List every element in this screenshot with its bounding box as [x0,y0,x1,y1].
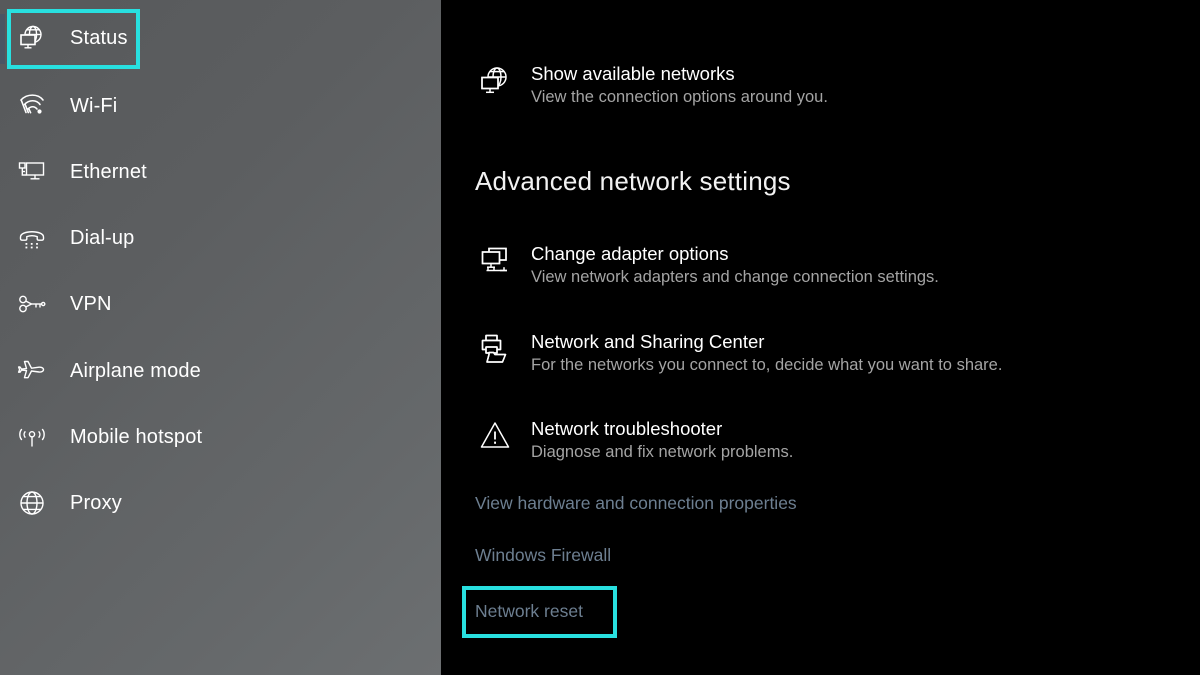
sidebar-item-label: Dial-up [70,227,134,250]
sidebar-item-label: Airplane mode [70,360,201,383]
setting-description: Diagnose and fix network problems. [531,443,793,461]
setting-show-available-networks[interactable]: Show available networks View the connect… [475,62,828,109]
dial-up-phone-icon [12,218,52,258]
vpn-key-icon [12,284,52,324]
sidebar-item-label: Status [70,27,128,50]
setting-description: View the connection options around you. [531,88,828,106]
setting-network-troubleshooter[interactable]: Network troubleshooter Diagnose and fix … [475,417,793,464]
setting-title: Network troubleshooter [531,418,722,439]
windows-network-settings-screen: Status Wi-Fi [0,0,1200,675]
section-heading-advanced-network-settings: Advanced network settings [475,166,791,197]
sidebar-item-label: Proxy [70,492,122,515]
sidebar-item-wifi[interactable]: Wi-Fi [0,82,441,130]
network-status-panel: Show available networks View the connect… [441,0,1200,675]
link-view-hardware-and-connection-properties[interactable]: View hardware and connection properties [475,491,797,515]
sidebar-item-vpn[interactable]: VPN [0,280,441,328]
sidebar-item-airplane-mode[interactable]: Airplane mode [0,347,441,395]
sidebar-item-proxy[interactable]: Proxy [0,479,441,527]
setting-change-adapter-options[interactable]: Change adapter options View network adap… [475,242,939,289]
sidebar-item-ethernet[interactable]: Ethernet [0,148,441,196]
link-network-reset[interactable]: Network reset [475,599,583,623]
sidebar-item-label: Ethernet [70,161,147,184]
warning-triangle-icon [475,417,515,457]
setting-title: Change adapter options [531,243,728,264]
sidebar-item-label: Wi-Fi [70,95,117,118]
globe-icon [12,483,52,523]
link-windows-firewall[interactable]: Windows Firewall [475,543,611,567]
settings-sidebar: Status Wi-Fi [0,0,441,675]
setting-description: For the networks you connect to, decide … [531,356,1002,374]
setting-title: Network and Sharing Center [531,331,764,352]
sidebar-item-label: Mobile hotspot [70,426,202,449]
ethernet-icon [12,152,52,192]
sidebar-item-label: VPN [70,293,112,316]
setting-network-and-sharing-center[interactable]: Network and Sharing Center For the netwo… [475,330,1002,377]
show-networks-icon [475,62,515,102]
network-status-globe-icon [12,18,52,58]
printer-folder-sharing-icon [475,330,515,370]
setting-title: Show available networks [531,63,735,84]
sidebar-item-mobile-hotspot[interactable]: Mobile hotspot [0,413,441,461]
sidebar-item-status[interactable]: Status [0,14,441,62]
mobile-hotspot-icon [12,417,52,457]
wifi-icon [12,86,52,126]
airplane-icon [12,351,52,391]
sidebar-item-dialup[interactable]: Dial-up [0,214,441,262]
adapter-monitors-icon [475,242,515,282]
setting-description: View network adapters and change connect… [531,268,939,286]
